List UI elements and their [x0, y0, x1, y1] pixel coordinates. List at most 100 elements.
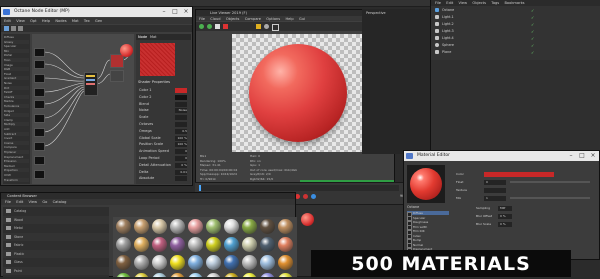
- enabled-check-icon[interactable]: ✓: [531, 28, 534, 35]
- autokey-icon[interactable]: [311, 194, 316, 199]
- object-row[interactable]: Light.1 ✓: [431, 14, 600, 21]
- material-node[interactable]: [120, 44, 133, 57]
- material-swatch[interactable]: [116, 219, 131, 234]
- material-swatch[interactable]: [188, 219, 203, 234]
- enabled-check-icon[interactable]: ✓: [531, 49, 534, 56]
- material-swatch[interactable]: [206, 255, 221, 270]
- folder-item[interactable]: Catalog: [3, 207, 109, 215]
- property-value[interactable]: 100 %: [175, 135, 187, 141]
- cb-menu-catalog[interactable]: Catalog: [53, 199, 67, 205]
- material-swatch[interactable]: [224, 273, 239, 277]
- tab-node[interactable]: Node: [138, 34, 147, 40]
- node-list-item[interactable]: Displacement: [4, 155, 29, 159]
- objects-menu-view[interactable]: View: [459, 0, 468, 6]
- material-swatch[interactable]: [170, 273, 185, 277]
- node-image-texture[interactable]: [34, 48, 45, 57]
- material-swatch[interactable]: [188, 273, 203, 277]
- material-swatch[interactable]: [116, 237, 131, 252]
- material-swatch[interactable]: [242, 237, 257, 252]
- folder-item[interactable]: Glass: [3, 258, 109, 266]
- material-channel[interactable]: Index: [407, 234, 449, 239]
- material-swatch[interactable]: [152, 219, 167, 234]
- node-list-item[interactable]: Medium: [4, 164, 29, 168]
- object-row[interactable]: Sphere ✓: [431, 42, 600, 49]
- property-value[interactable]: [175, 176, 187, 182]
- field-value[interactable]: [484, 171, 554, 177]
- material-channel[interactable]: Roughness: [407, 220, 449, 226]
- node-list-item[interactable]: RGB: [4, 67, 29, 72]
- node-image-texture[interactable]: [34, 88, 45, 97]
- material-channel[interactable]: Specular: [407, 216, 449, 221]
- node-image-texture[interactable]: [34, 60, 45, 69]
- property-value[interactable]: 0: [175, 149, 187, 155]
- playhead[interactable]: [199, 185, 201, 191]
- menu-help[interactable]: Help: [42, 18, 50, 24]
- material-swatch[interactable]: [152, 273, 167, 277]
- field-value[interactable]: 0 %: [498, 213, 512, 219]
- object-row[interactable]: Light.3 ✓: [431, 28, 600, 35]
- pause-icon[interactable]: [215, 24, 220, 29]
- objects-menu-bookmarks[interactable]: Bookmarks: [504, 0, 524, 6]
- property-value[interactable]: 0 %: [175, 162, 187, 168]
- node-list-item[interactable]: Transform: [4, 177, 29, 182]
- node-list-item[interactable]: Side: [4, 113, 29, 118]
- material-swatch[interactable]: [206, 237, 221, 252]
- node-list-item[interactable]: Dirt: [4, 85, 29, 90]
- material-swatch[interactable]: [170, 237, 185, 252]
- enabled-check-icon[interactable]: ✓: [531, 35, 534, 42]
- node-texture-preview[interactable]: [110, 70, 124, 82]
- close-button[interactable]: ×: [587, 151, 599, 161]
- perspective-viewport[interactable]: Perspective: [362, 9, 430, 154]
- object-row[interactable]: Plane ✓: [431, 49, 600, 56]
- material-swatch[interactable]: [278, 219, 293, 234]
- node-graph[interactable]: [32, 34, 134, 184]
- material-swatch[interactable]: [242, 219, 257, 234]
- material-swatch[interactable]: [152, 255, 167, 270]
- node-list-item[interactable]: Emission: [4, 159, 29, 164]
- property-value[interactable]: 0.01: [175, 169, 187, 175]
- material-channel[interactable]: Diffuse: [407, 211, 449, 217]
- material-swatch[interactable]: [278, 255, 293, 270]
- node-list-item[interactable]: Toon: [4, 58, 29, 62]
- node-list-item[interactable]: Glossy: [4, 39, 29, 44]
- material-swatch[interactable]: [278, 237, 293, 252]
- node-list-item[interactable]: Marble: [4, 99, 29, 103]
- node-image-texture[interactable]: [34, 114, 45, 123]
- node-list-item[interactable]: Falloff: [4, 90, 29, 94]
- material-swatch[interactable]: [206, 219, 221, 234]
- close-button[interactable]: ×: [180, 7, 192, 17]
- folder-item[interactable]: Fabric: [3, 241, 109, 249]
- menu-view[interactable]: View: [16, 18, 25, 24]
- node-list-item[interactable]: Clamp: [4, 118, 29, 122]
- node-image-texture[interactable]: [34, 74, 45, 83]
- material-swatch[interactable]: [224, 255, 239, 270]
- node-list-item[interactable]: Add: [4, 127, 29, 131]
- menu-edit[interactable]: Edit: [4, 18, 11, 24]
- objects-menu-objects[interactable]: Objects: [472, 0, 486, 6]
- cb-menu-view[interactable]: View: [29, 199, 38, 205]
- property-value[interactable]: [175, 94, 187, 100]
- restart-icon[interactable]: [207, 24, 212, 29]
- material-swatch[interactable]: [134, 219, 149, 234]
- menu-nodes[interactable]: Nodes: [55, 18, 66, 24]
- node-list-item[interactable]: Noise: [4, 81, 29, 85]
- node-list-item[interactable]: Multiply: [4, 122, 29, 127]
- menu-tex[interactable]: Tex: [84, 18, 90, 24]
- material-swatch[interactable]: [152, 237, 167, 252]
- send-scene-icon[interactable]: [199, 24, 204, 29]
- timeline-ruler[interactable]: [199, 185, 399, 191]
- material-swatch[interactable]: [206, 273, 221, 277]
- node-texture-preview[interactable]: [110, 54, 124, 68]
- keyframe-icon[interactable]: [303, 194, 308, 199]
- object-row[interactable]: Octane ✓: [431, 7, 600, 14]
- material-swatch[interactable]: [188, 255, 203, 270]
- menu-opt[interactable]: Opt: [30, 18, 37, 24]
- field-value[interactable]: MIP: [498, 205, 512, 211]
- node-tool-icon[interactable]: [11, 26, 16, 31]
- settings-icon[interactable]: [264, 24, 269, 29]
- objects-menu-file[interactable]: File: [435, 0, 441, 6]
- property-value[interactable]: 0.5: [175, 128, 187, 134]
- node-list-item[interactable]: Mix: [4, 48, 29, 53]
- node-image-texture[interactable]: [34, 156, 45, 165]
- node-list-item[interactable]: Portal: [4, 53, 29, 57]
